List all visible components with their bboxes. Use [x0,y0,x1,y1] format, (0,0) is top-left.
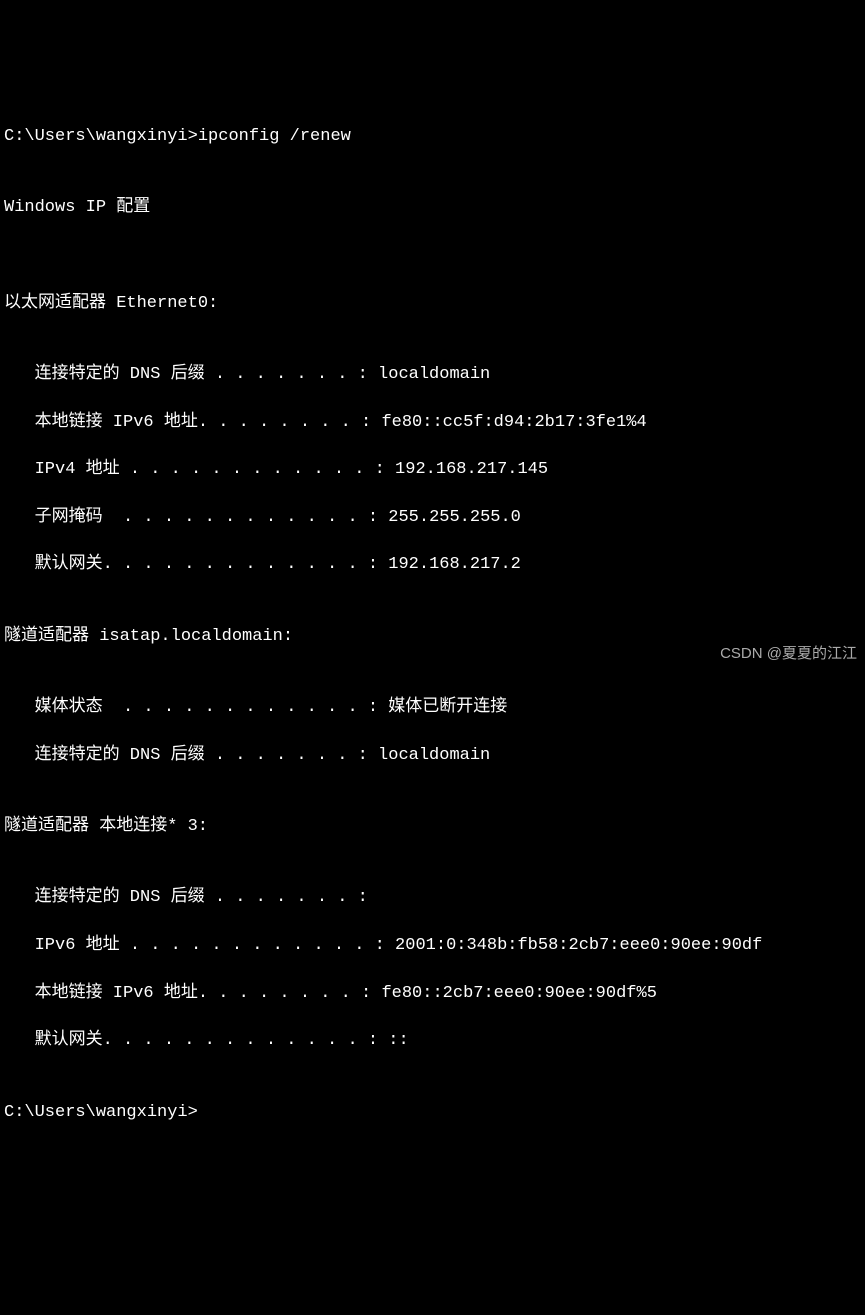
mask-value: 255.255.255.0 [378,508,521,527]
command-text: ipconfig /renew [198,127,351,146]
adapter-ethernet-title: 以太网适配器 Ethernet0: [4,292,861,316]
gw-value: :: [378,1031,409,1050]
command-line-1: C:\Users\wangxinyi>ipconfig /renew [4,125,861,149]
ipv6-label: IPv6 地址 . . . . . . . . . . . . : [4,936,385,955]
dns-suffix-label: 连接特定的 DNS 后缀 . . . . . . . : [4,746,368,765]
prompt-path: C:\Users\wangxinyi> [4,1103,198,1122]
dns-suffix-label: 连接特定的 DNS 后缀 . . . . . . . : [4,365,368,384]
gw-label: 默认网关. . . . . . . . . . . . . : [4,555,378,574]
ipv6-link-local-row: 本地链接 IPv6 地址. . . . . . . . : fe80::cc5f… [4,411,861,435]
watermark-text: CSDN @夏夏的江江 [720,643,857,664]
ipv6-link-local-row: 本地链接 IPv6 地址. . . . . . . . : fe80::2cb7… [4,982,861,1006]
media-value: 媒体已断开连接 [378,698,507,717]
ipv6-address-row: IPv6 地址 . . . . . . . . . . . . : 2001:0… [4,934,861,958]
ipv4-address-row: IPv4 地址 . . . . . . . . . . . . : 192.16… [4,458,861,482]
gw-value: 192.168.217.2 [378,555,521,574]
command-line-2: C:\Users\wangxinyi> [4,1101,861,1125]
adapter-local-title: 隧道适配器 本地连接* 3: [4,815,861,839]
default-gateway-row: 默认网关. . . . . . . . . . . . . : :: [4,1029,861,1053]
terminal-output: C:\Users\wangxinyi>ipconfig /renew Windo… [4,101,861,1148]
dns-suffix-value: localdomain [368,365,490,384]
default-gateway-row: 默认网关. . . . . . . . . . . . . : 192.168.… [4,553,861,577]
ip-config-header: Windows IP 配置 [4,196,861,220]
ipv6-ll-label: 本地链接 IPv6 地址. . . . . . . . : [4,413,371,432]
mask-label: 子网掩码 . . . . . . . . . . . . : [4,508,378,527]
dns-suffix-row: 连接特定的 DNS 后缀 . . . . . . . : localdomain [4,744,861,768]
ipv6-ll-value: fe80::cc5f:d94:2b17:3fe1%4 [371,413,646,432]
media-state-row: 媒体状态 . . . . . . . . . . . . : 媒体已断开连接 [4,696,861,720]
ipv6-ll-label: 本地链接 IPv6 地址. . . . . . . . : [4,984,371,1003]
dns-suffix-label: 连接特定的 DNS 后缀 . . . . . . . : [4,888,368,907]
media-label: 媒体状态 . . . . . . . . . . . . : [4,698,378,717]
ipv4-value: 192.168.217.145 [385,460,548,479]
ipv6-value: 2001:0:348b:fb58:2cb7:eee0:90ee:90df [385,936,762,955]
ipv6-ll-value: fe80::2cb7:eee0:90ee:90df%5 [371,984,657,1003]
gw-label: 默认网关. . . . . . . . . . . . . : [4,1031,378,1050]
prompt-path: C:\Users\wangxinyi> [4,127,198,146]
command-input[interactable] [198,1103,598,1122]
dns-suffix-value: localdomain [368,746,490,765]
dns-suffix-row: 连接特定的 DNS 后缀 . . . . . . . : localdomain [4,363,861,387]
ipv4-label: IPv4 地址 . . . . . . . . . . . . : [4,460,385,479]
dns-suffix-row: 连接特定的 DNS 后缀 . . . . . . . : [4,886,861,910]
subnet-mask-row: 子网掩码 . . . . . . . . . . . . : 255.255.2… [4,506,861,530]
